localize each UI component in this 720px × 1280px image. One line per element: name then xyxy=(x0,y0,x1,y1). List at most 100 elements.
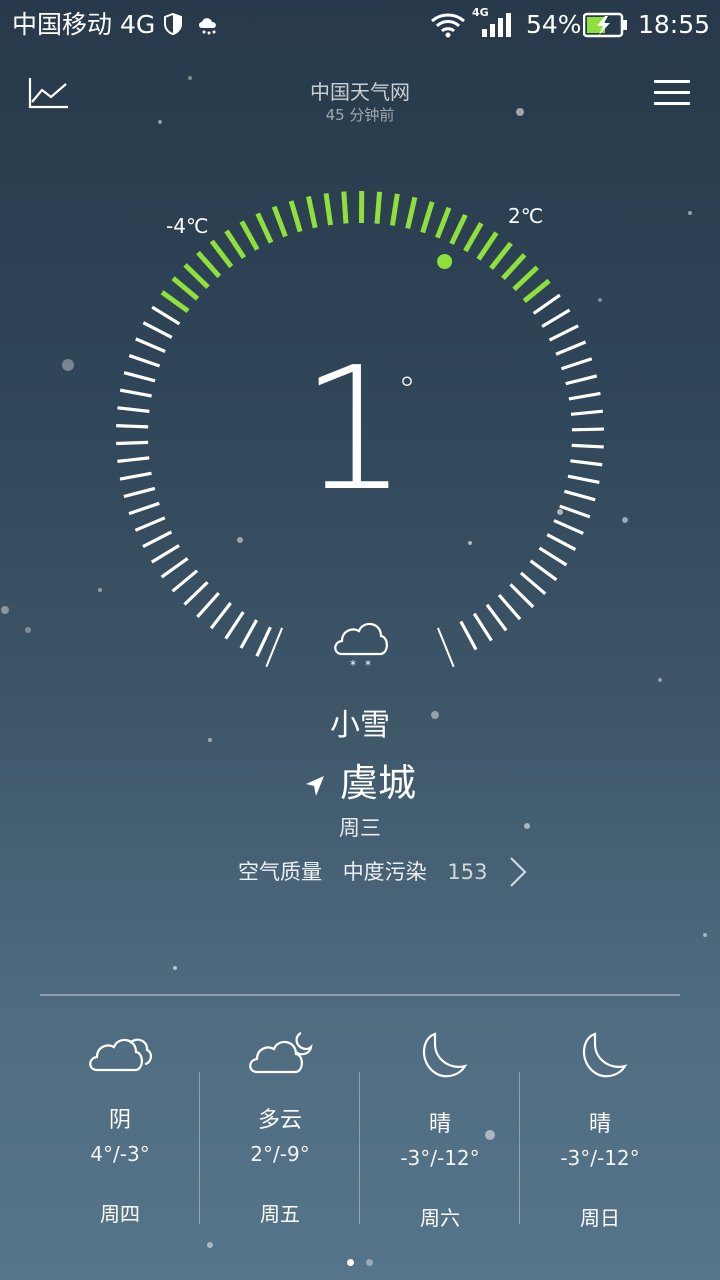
dial-tick xyxy=(142,530,173,548)
current-weekday: 周三 xyxy=(339,816,381,840)
forecast-day-1[interactable]: 阴 4°/-3° 周四 xyxy=(40,1030,200,1227)
dial-tick-range xyxy=(160,290,190,314)
dial-tick xyxy=(119,471,152,481)
dial-tick xyxy=(571,427,604,432)
dial-tick-range xyxy=(255,212,274,244)
dial-tick xyxy=(546,533,577,551)
dial-tick xyxy=(128,354,161,368)
forecast-temp: 4°/-3° xyxy=(90,1142,150,1166)
cloudy-night-icon xyxy=(249,1031,313,1074)
dial-tick-range xyxy=(374,191,383,224)
forecast-temp: 2°/-9° xyxy=(250,1142,310,1166)
forecast-weekday: 周四 xyxy=(100,1202,140,1226)
dial-tick xyxy=(459,620,478,651)
dial-tick xyxy=(553,519,584,535)
dial-tick xyxy=(135,337,166,353)
dial-tick-range xyxy=(512,265,540,292)
dial-tick xyxy=(570,459,603,467)
current-condition: 小雪 xyxy=(330,708,390,743)
dial-tick xyxy=(548,324,579,342)
forecast-weekday: 周五 xyxy=(260,1202,300,1226)
dial-tick xyxy=(567,474,600,484)
clock: 18:55 xyxy=(638,10,711,39)
dial-tick-range xyxy=(389,193,400,226)
clear-night-icon xyxy=(422,1032,468,1078)
dial-tick-range xyxy=(476,231,499,261)
dial-tick-range xyxy=(224,229,247,259)
dial-tick xyxy=(497,593,522,621)
dial-tick xyxy=(571,443,604,449)
dial-tick xyxy=(119,388,152,398)
forecast-day-4[interactable]: 晴 -3°/-12° 周日 xyxy=(520,1030,680,1231)
forecast-divider xyxy=(40,994,680,996)
dial-tick xyxy=(541,308,571,328)
dial-tick-range xyxy=(449,213,468,245)
dial-tick-range xyxy=(183,263,210,289)
dial-tick xyxy=(555,340,587,356)
dial-tick xyxy=(183,581,209,606)
dial-tick xyxy=(142,321,173,339)
page-indicator-active xyxy=(347,1259,354,1266)
menu-icon[interactable] xyxy=(654,78,690,108)
dial-tick xyxy=(117,456,150,463)
dial-tick xyxy=(255,626,272,657)
dial-end-cap xyxy=(436,627,455,668)
svg-text:*: * xyxy=(365,658,371,672)
dial-tick xyxy=(209,601,232,630)
air-quality-level: 中度污染 xyxy=(342,860,427,884)
carrier-label: 中国移动 4G xyxy=(12,10,156,39)
dial-tick xyxy=(563,489,596,502)
shield-icon xyxy=(164,12,182,36)
dial-tick xyxy=(171,569,199,593)
current-temperature: 1 xyxy=(300,331,409,529)
dial-tick xyxy=(196,591,220,618)
dial-tick-range xyxy=(522,278,551,303)
dial-tick-range xyxy=(489,241,513,270)
dial-tick xyxy=(123,371,156,383)
dial-tick xyxy=(151,305,181,326)
air-quality-row[interactable]: 空气质量 中度污染 153 xyxy=(238,856,487,886)
dial-tick xyxy=(116,440,149,446)
dial-tick-range xyxy=(288,200,303,233)
air-quality-value: 153 xyxy=(447,860,488,884)
city-name: 虞城 xyxy=(339,761,416,805)
dial-tick-range xyxy=(323,193,333,226)
dial-tick-range xyxy=(271,205,288,238)
forecast-day-3[interactable]: 晴 -3°/-12° 周六 xyxy=(360,1030,520,1231)
dial-tick xyxy=(565,374,598,386)
dial-tick-range xyxy=(239,220,260,251)
wifi-icon xyxy=(431,13,465,38)
dial-tick xyxy=(509,583,535,609)
dial-tick xyxy=(224,611,245,640)
clear-night-icon xyxy=(582,1032,628,1078)
forecast-day-2[interactable]: 多云 2°/-9° 周五 xyxy=(200,1030,360,1227)
dial-tick xyxy=(570,409,603,416)
status-bar: 中国移动 4G 4G 54% 18:55 xyxy=(0,0,720,50)
dial-tick xyxy=(134,516,166,532)
forecast-weekday: 周日 xyxy=(580,1206,620,1230)
dial-tick xyxy=(560,357,593,371)
current-temp-marker xyxy=(437,254,453,270)
high-temp-label: 2℃ xyxy=(508,204,544,228)
location-arrow-icon xyxy=(305,775,324,796)
degree-symbol: ° xyxy=(398,370,416,411)
dial-tick-range xyxy=(435,206,452,239)
dial-tick xyxy=(519,571,547,596)
low-temp-label: -4℃ xyxy=(166,214,209,238)
dial-tick-range xyxy=(463,222,484,253)
overcast-icon xyxy=(89,1038,152,1072)
dial-tick-range xyxy=(305,195,318,229)
battery-charging-icon xyxy=(583,12,627,38)
chevron-right-icon[interactable] xyxy=(508,856,528,888)
dial-tick xyxy=(568,391,601,401)
weather-snow-icon xyxy=(199,18,216,35)
location-row[interactable]: 虞城 xyxy=(0,752,720,807)
dial-tick xyxy=(472,612,493,642)
update-time: 45 分钟前 xyxy=(325,106,395,124)
battery-percent: 54% xyxy=(526,10,582,39)
dial-tick-range xyxy=(420,201,435,234)
forecast-condition: 阴 xyxy=(108,1108,131,1133)
forecast-condition: 多云 xyxy=(257,1108,302,1133)
dial-tick-range xyxy=(209,239,234,269)
svg-text:*: * xyxy=(350,658,356,672)
